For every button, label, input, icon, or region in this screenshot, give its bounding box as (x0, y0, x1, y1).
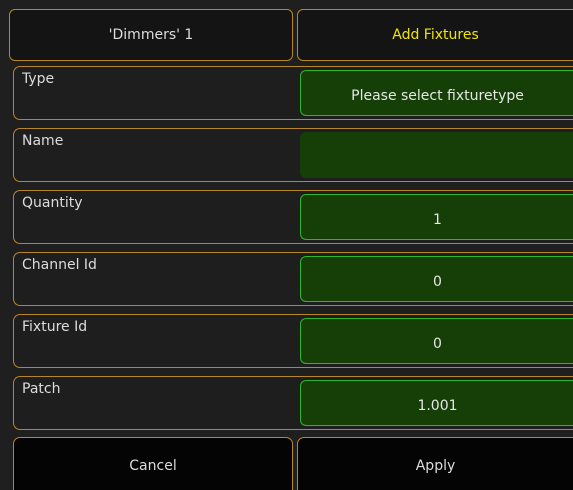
patch-field[interactable]: 1.001 (300, 380, 573, 426)
tab-dimmers[interactable]: 'Dimmers' 1 (9, 9, 293, 61)
name-label: Name (22, 133, 64, 149)
add-fixtures-dialog: 'Dimmers' 1 Add Fixtures Type Please sel… (0, 0, 573, 490)
row-fixture-id: Fixture Id 0 (13, 314, 573, 368)
row-type: Type Please select fixturetype (13, 66, 573, 120)
channel-id-field[interactable]: 0 (300, 256, 573, 302)
apply-button[interactable]: Apply (297, 437, 573, 490)
channel-id-value: 0 (433, 274, 442, 290)
patch-label: Patch (22, 381, 61, 397)
fixture-id-field[interactable]: 0 (300, 318, 573, 364)
dialog-title-label: Add Fixtures (392, 27, 479, 43)
apply-button-label: Apply (415, 458, 456, 474)
fixture-id-label: Fixture Id (22, 319, 88, 335)
fixture-id-value: 0 (433, 336, 442, 352)
cancel-button[interactable]: Cancel (13, 437, 293, 490)
row-name: Name (13, 128, 573, 182)
name-field[interactable] (300, 132, 573, 178)
row-channel-id: Channel Id 0 (13, 252, 573, 306)
row-quantity: Quantity 1 (13, 190, 573, 244)
quantity-field[interactable]: 1 (300, 194, 573, 240)
type-field[interactable]: Please select fixturetype (300, 70, 573, 116)
row-patch: Patch 1.001 (13, 376, 573, 430)
channel-id-label: Channel Id (22, 257, 97, 273)
quantity-value: 1 (433, 212, 442, 228)
type-label: Type (22, 71, 55, 87)
cancel-button-label: Cancel (129, 458, 177, 474)
tab-dimmers-label: 'Dimmers' 1 (108, 27, 194, 43)
patch-value: 1.001 (417, 398, 458, 414)
dialog-title-add-fixtures: Add Fixtures (297, 9, 573, 61)
type-value: Please select fixturetype (351, 88, 524, 104)
quantity-label: Quantity (22, 195, 83, 211)
